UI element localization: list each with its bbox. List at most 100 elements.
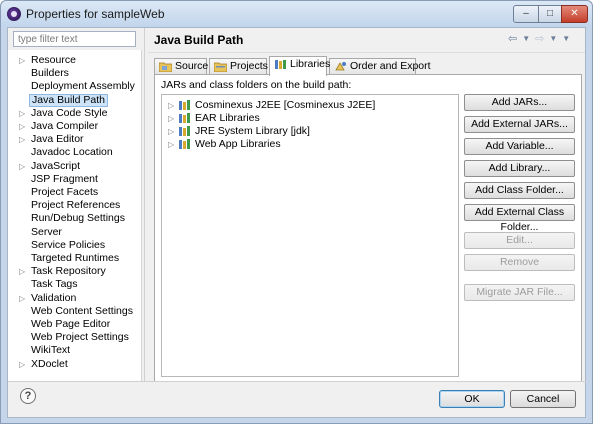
- title-bar: Properties for sampleWeb – □ ✕: [1, 1, 592, 27]
- add-external-class-folder-button[interactable]: Add External Class Folder...: [464, 204, 575, 233]
- nav-item-label: Run/Debug Settings: [31, 212, 125, 225]
- nav-item[interactable]: Targeted Runtimes: [8, 252, 141, 265]
- expand-icon[interactable]: ▷: [168, 138, 174, 151]
- nav-item-label: Task Repository: [31, 265, 106, 278]
- nav-item[interactable]: WikiText: [8, 344, 141, 357]
- nav-item-label: Web Content Settings: [31, 304, 133, 317]
- expand-icon[interactable]: ▷: [19, 107, 27, 120]
- eclipse-icon: [7, 7, 21, 21]
- nav-item[interactable]: ▷ XDoclet: [8, 358, 141, 371]
- maximize-button[interactable]: □: [538, 5, 562, 23]
- library-icon: [179, 113, 190, 123]
- nav-item[interactable]: Task Tags: [8, 278, 141, 291]
- nav-item-label: XDoclet: [31, 357, 68, 370]
- library-tree: ▷ Cosminexus J2EE [Cosminexus J2EE] ▷ EA…: [161, 94, 459, 377]
- expand-icon[interactable]: ▷: [19, 133, 27, 146]
- projects-folder-icon: [214, 62, 227, 72]
- nav-item[interactable]: Javadoc Location: [8, 146, 141, 159]
- nav-item-label: Server: [31, 225, 62, 238]
- expand-icon[interactable]: ▷: [168, 99, 174, 112]
- close-button[interactable]: ✕: [561, 5, 588, 23]
- nav-item-label: WikiText: [31, 344, 71, 357]
- edit-button[interactable]: Edit...: [464, 232, 575, 249]
- nav-item[interactable]: Deployment Assembly: [8, 80, 141, 93]
- history-nav: ⇦ ▼ ⇨ ▼ ▼: [508, 32, 570, 45]
- nav-item[interactable]: Run/Debug Settings: [8, 212, 141, 225]
- nav-item[interactable]: ▷ JavaScript: [8, 160, 141, 173]
- nav-item-label: Targeted Runtimes: [31, 252, 120, 264]
- nav-item[interactable]: ▷ Validation: [8, 292, 141, 305]
- expand-icon[interactable]: ▷: [19, 292, 27, 305]
- migrate-jar-button[interactable]: Migrate JAR File...: [464, 284, 575, 301]
- add-class-folder-button[interactable]: Add Class Folder...: [464, 182, 575, 199]
- libraries-icon: [275, 60, 286, 69]
- back-arrow-icon[interactable]: ⇦: [508, 32, 517, 45]
- nav-item[interactable]: Java Build Path: [8, 93, 141, 107]
- expand-icon[interactable]: ▷: [19, 160, 27, 173]
- remove-button[interactable]: Remove: [464, 254, 575, 271]
- forward-dropdown-icon[interactable]: ▼: [549, 34, 557, 45]
- expand-icon[interactable]: ▷: [19, 54, 27, 67]
- property-page-tree: ▷ Resource Builders Deployment Assembly Java…: [8, 50, 142, 381]
- ok-button[interactable]: OK: [439, 390, 505, 408]
- nav-item-label: Validation: [31, 291, 77, 304]
- expand-icon[interactable]: ▷: [19, 120, 27, 133]
- nav-item-label: Java Compiler: [31, 120, 99, 132]
- back-dropdown-icon[interactable]: ▼: [522, 34, 530, 45]
- nav-item-label: Java Build Path: [29, 93, 108, 107]
- nav-item[interactable]: Server: [8, 226, 141, 239]
- add-external-jars-button[interactable]: Add External JARs...: [464, 116, 575, 133]
- nav-item-label: Web Project Settings: [31, 331, 129, 344]
- nav-item[interactable]: Web Content Settings: [8, 305, 141, 318]
- tab-order-and-export[interactable]: Order and Export: [329, 58, 431, 75]
- nav-item[interactable]: JSP Fragment: [8, 173, 141, 186]
- nav-item[interactable]: ▷ Resource: [8, 54, 141, 67]
- add-library-button[interactable]: Add Library...: [464, 160, 575, 177]
- filter-input[interactable]: type filter text: [13, 31, 136, 47]
- nav-item[interactable]: Web Page Editor: [8, 318, 141, 331]
- nav-item-label: Web Page Editor: [31, 318, 111, 330]
- nav-item[interactable]: ▷ Java Editor: [8, 133, 141, 146]
- nav-item[interactable]: ▷ Java Code Style: [8, 107, 141, 120]
- nav-item-label: Javadoc Location: [31, 146, 113, 159]
- tab-projects[interactable]: Projects: [209, 58, 268, 75]
- nav-item-label: Java Code Style: [31, 106, 108, 119]
- libraries-panel: JARs and class folders on the build path…: [154, 74, 582, 382]
- help-icon[interactable]: ?: [20, 388, 36, 404]
- nav-item[interactable]: Project References: [8, 199, 141, 212]
- nav-item-label: Deployment Assembly: [31, 80, 135, 93]
- minimize-button[interactable]: –: [513, 5, 539, 23]
- nav-item-label: Project References: [31, 199, 121, 212]
- divider: [144, 28, 145, 381]
- library-icon: [179, 100, 190, 110]
- order-export-icon: [335, 62, 346, 71]
- nav-item[interactable]: Project Facets: [8, 186, 141, 199]
- tab-libraries[interactable]: Libraries: [269, 56, 330, 76]
- nav-item-label: Task Tags: [31, 278, 78, 291]
- nav-item-label: Service Policies: [31, 238, 106, 251]
- nav-item[interactable]: ▷ Java Compiler: [8, 120, 141, 133]
- nav-item[interactable]: Builders: [8, 67, 141, 80]
- expand-icon[interactable]: ▷: [168, 112, 174, 125]
- expand-icon[interactable]: ▷: [19, 265, 27, 278]
- nav-item-label: JSP Fragment: [31, 172, 98, 185]
- dialog-body: type filter text ▷ Resource Builders Deploy…: [7, 27, 587, 418]
- library-icon: [179, 139, 190, 149]
- expand-icon[interactable]: ▷: [168, 125, 174, 138]
- add-jars-button[interactable]: Add JARs...: [464, 94, 575, 111]
- nav-item-label: Project Facets: [31, 186, 99, 198]
- page-title: Java Build Path: [154, 33, 244, 47]
- footer-divider: [8, 381, 587, 382]
- add-variable-button[interactable]: Add Variable...: [464, 138, 575, 155]
- window-title: Properties for sampleWeb: [26, 7, 165, 21]
- nav-item[interactable]: Service Policies: [8, 239, 141, 252]
- tab-source[interactable]: Source: [154, 58, 208, 75]
- properties-window: Properties for sampleWeb – □ ✕ type filt…: [0, 0, 593, 424]
- forward-arrow-icon[interactable]: ⇨: [535, 32, 544, 45]
- cancel-button[interactable]: Cancel: [510, 390, 576, 408]
- nav-item[interactable]: Web Project Settings: [8, 331, 141, 344]
- expand-icon[interactable]: ▷: [19, 358, 27, 371]
- nav-item-label: JavaScript: [31, 159, 81, 172]
- view-menu-icon[interactable]: ▼: [562, 34, 570, 45]
- nav-item[interactable]: ▷ Task Repository: [8, 265, 141, 278]
